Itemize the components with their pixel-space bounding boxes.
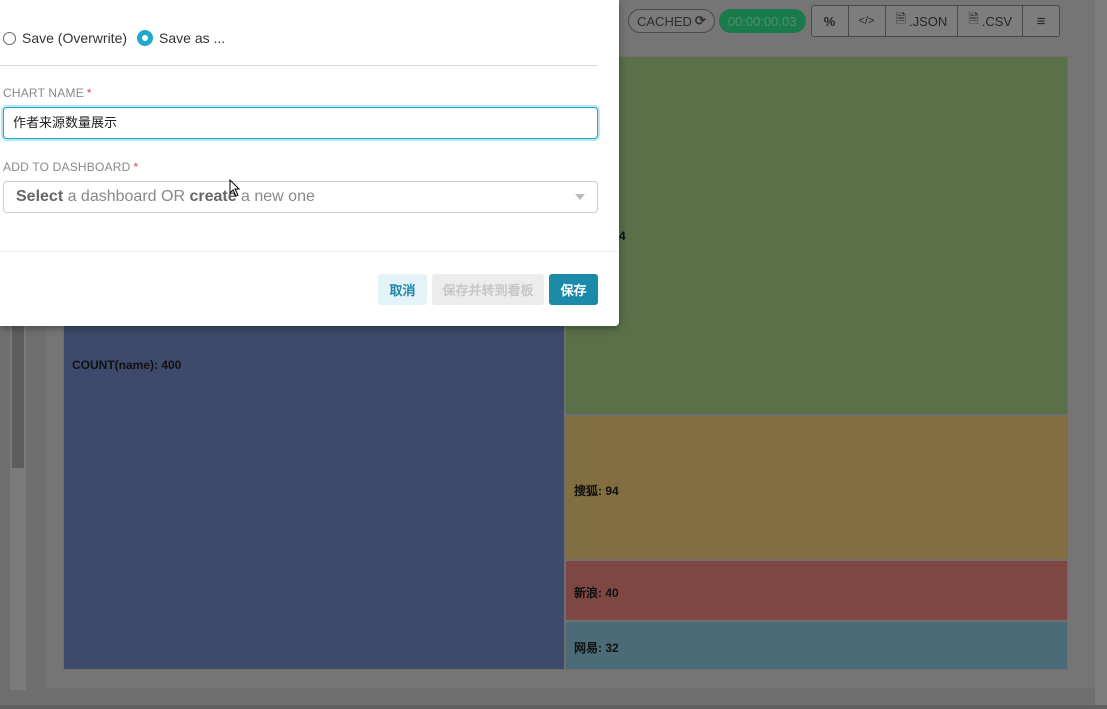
treemap-tile-main[interactable]: 4 bbox=[565, 56, 1068, 415]
link-icon: % bbox=[823, 13, 836, 29]
embed-code-button[interactable]: </> bbox=[847, 5, 886, 37]
save-overwrite-radio[interactable] bbox=[3, 31, 16, 45]
timer-value: 00:00:00.03 bbox=[727, 13, 797, 29]
mouse-cursor-icon bbox=[229, 179, 241, 197]
add-to-dashboard-label: ADD TO DASHBOARD * bbox=[3, 160, 138, 174]
treemap-tile-label: 搜狐: 94 bbox=[574, 484, 619, 498]
modal-divider bbox=[0, 65, 598, 66]
chevron-down-icon[interactable] bbox=[575, 194, 585, 200]
treemap-tile-sohu[interactable]: 搜狐: 94 bbox=[565, 415, 1068, 560]
cancel-button[interactable]: 取消 bbox=[378, 274, 427, 305]
save-as-radio[interactable] bbox=[137, 30, 154, 46]
placeholder-select: Select bbox=[16, 188, 64, 205]
cached-badge[interactable]: CACHED ⟳ bbox=[628, 9, 715, 33]
treemap-tile-label: COUNT(name): 400 bbox=[72, 358, 182, 372]
csv-label: .CSV bbox=[981, 13, 1013, 29]
link-button[interactable]: % bbox=[810, 5, 849, 37]
chart-toolbar: CACHED ⟳ 00:00:00.03 % </> 🗎 .JSON 🗎 .CS… bbox=[628, 5, 1061, 37]
chart-name-input[interactable]: 作者来源数量展示 bbox=[3, 107, 598, 139]
code-icon: </> bbox=[858, 15, 875, 27]
treemap-tile-label: 新浪: 40 bbox=[574, 586, 619, 600]
bottom-divider bbox=[0, 705, 1107, 709]
export-json-button[interactable]: 🗎 .JSON bbox=[884, 5, 959, 37]
save-and-goto-dashboard-button[interactable]: 保存并转到看板 bbox=[432, 274, 544, 305]
menu-button[interactable]: ≡ bbox=[1022, 5, 1061, 37]
add-to-dashboard-label-text: ADD TO DASHBOARD bbox=[3, 160, 131, 174]
required-asterisk: * bbox=[86, 86, 92, 100]
timer-badge: 00:00:00.03 bbox=[718, 9, 806, 33]
file-csv-icon: 🗎 bbox=[968, 11, 979, 26]
cached-label: CACHED bbox=[637, 13, 692, 29]
json-label: .JSON bbox=[908, 13, 948, 29]
file-json-icon: 🗎 bbox=[895, 11, 906, 26]
treemap-tile-label: 4 bbox=[619, 229, 626, 243]
modal-footer-divider bbox=[0, 251, 619, 252]
export-csv-button[interactable]: 🗎 .CSV bbox=[957, 5, 1024, 37]
save-as-label[interactable]: Save as ... bbox=[159, 30, 225, 46]
save-chart-modal: Save (Overwrite) Save as ... CHART NAME *… bbox=[0, 0, 619, 326]
right-scrollbar[interactable] bbox=[1095, 0, 1107, 709]
export-button-group: % </> 🗎 .JSON 🗎 .CSV ≡ bbox=[810, 5, 1061, 37]
treemap-tile-netease[interactable]: 网易: 32 bbox=[565, 621, 1068, 670]
save-overwrite-label[interactable]: Save (Overwrite) bbox=[22, 30, 127, 46]
refresh-icon[interactable]: ⟳ bbox=[695, 13, 706, 29]
chart-name-label: CHART NAME * bbox=[3, 86, 92, 100]
treemap-tile-label: 网易: 32 bbox=[574, 641, 619, 655]
hamburger-icon: ≡ bbox=[1036, 12, 1046, 30]
treemap-tile-sina[interactable]: 新浪: 40 bbox=[565, 560, 1068, 621]
chart-name-label-text: CHART NAME bbox=[3, 86, 84, 100]
save-mode-radio-group: Save (Overwrite) Save as ... bbox=[3, 30, 225, 46]
dashboard-select[interactable]: Select a dashboard OR create a new one bbox=[3, 181, 598, 213]
placeholder-middle: a dashboard OR bbox=[63, 188, 190, 205]
placeholder-end: a new one bbox=[236, 188, 315, 205]
save-button[interactable]: 保存 bbox=[549, 274, 598, 305]
required-asterisk: * bbox=[133, 160, 139, 174]
